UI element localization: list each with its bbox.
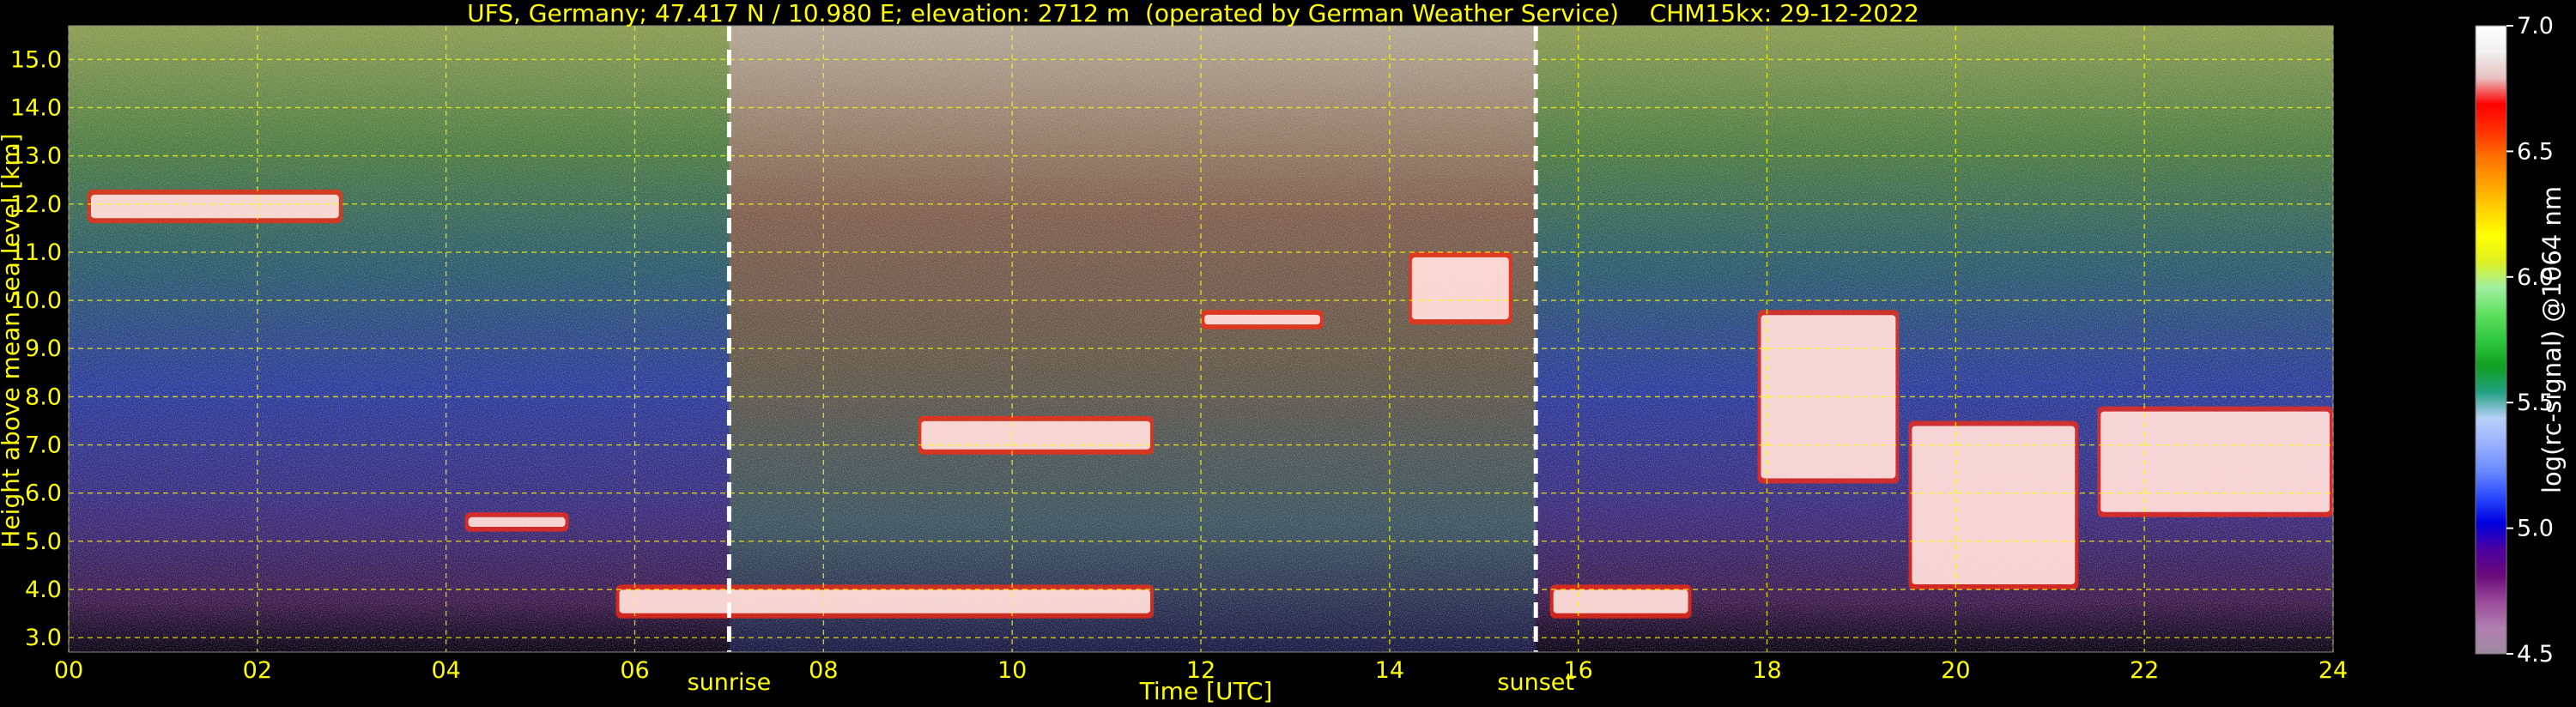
x-tick-label: 20 — [1941, 657, 1970, 684]
y-tick-label: 3.0 — [25, 625, 62, 651]
cloud-feature — [918, 415, 1155, 455]
cloud-feature-core — [90, 194, 339, 219]
colorbar-tick-label: 5.0 — [2517, 516, 2554, 542]
colorbar: 4.55.05.56.06.57.0 log(rc-signal) @1064 … — [2475, 13, 2567, 668]
ceilometer-chart: sunrise sunset 00 02 04 06 08 10 12 14 16 18 20 22 24… — [0, 0, 2567, 705]
y-tick-label: 7.0 — [25, 432, 62, 459]
cloud-feature-core — [1553, 589, 1688, 613]
y-tick-label: 9.0 — [25, 335, 62, 362]
x-tick-label: 10 — [997, 657, 1027, 684]
x-tick-label: 14 — [1375, 657, 1404, 684]
cloud-feature-core — [468, 517, 566, 527]
cloud-feature — [1201, 310, 1324, 329]
x-tick-label: 18 — [1752, 657, 1781, 684]
y-tick-label: 14.0 — [10, 94, 62, 121]
cloud-feature — [2097, 406, 2333, 517]
x-tick-label: 24 — [2318, 657, 2348, 684]
colorbar-gradient — [2475, 25, 2507, 655]
y-tick-label: 6.0 — [25, 480, 62, 507]
y-tick-label: 4.0 — [25, 577, 62, 603]
x-tick-label: 16 — [1563, 657, 1592, 684]
cloud-feature-core — [619, 589, 1151, 613]
colorbar-label: log(rc-signal) @1064 nm — [2537, 186, 2567, 493]
y-tick-label: 15.0 — [10, 46, 62, 73]
cloud-feature — [464, 512, 569, 532]
cloud-feature-core — [2100, 411, 2330, 512]
y-tick-label: 5.0 — [25, 529, 62, 555]
x-tick-label: 06 — [620, 657, 649, 684]
x-tick-label: 02 — [243, 657, 272, 684]
x-axis-label: Time [UTC] — [1139, 677, 1273, 705]
y-tick-label: 8.0 — [25, 384, 62, 410]
x-tick-label: 00 — [54, 657, 83, 684]
plot-area: sunrise sunset — [68, 25, 2334, 696]
colorbar-tick-label: 7.0 — [2517, 13, 2554, 39]
chart-title: UFS, Germany; 47.417 N / 10.980 E; eleva… — [467, 0, 1919, 27]
colorbar-tick-label: 4.5 — [2517, 641, 2554, 668]
cloud-feature — [1908, 420, 2079, 589]
cloud-feature — [1408, 251, 1512, 325]
y-axis-label: Height above mean sea level [km] — [0, 133, 25, 547]
sun-marker-label: sunrise — [688, 669, 772, 696]
colorbar-tick-label: 6.5 — [2517, 138, 2554, 165]
cloud-feature-core — [1912, 426, 2076, 584]
cloud-feature-core — [1204, 314, 1320, 325]
x-tick-label: 04 — [431, 657, 460, 684]
x-tick-label: 08 — [809, 657, 838, 684]
cloud-feature-core — [1411, 257, 1509, 320]
cloud-feature — [87, 189, 342, 224]
x-tick-label: 22 — [2130, 657, 2159, 684]
